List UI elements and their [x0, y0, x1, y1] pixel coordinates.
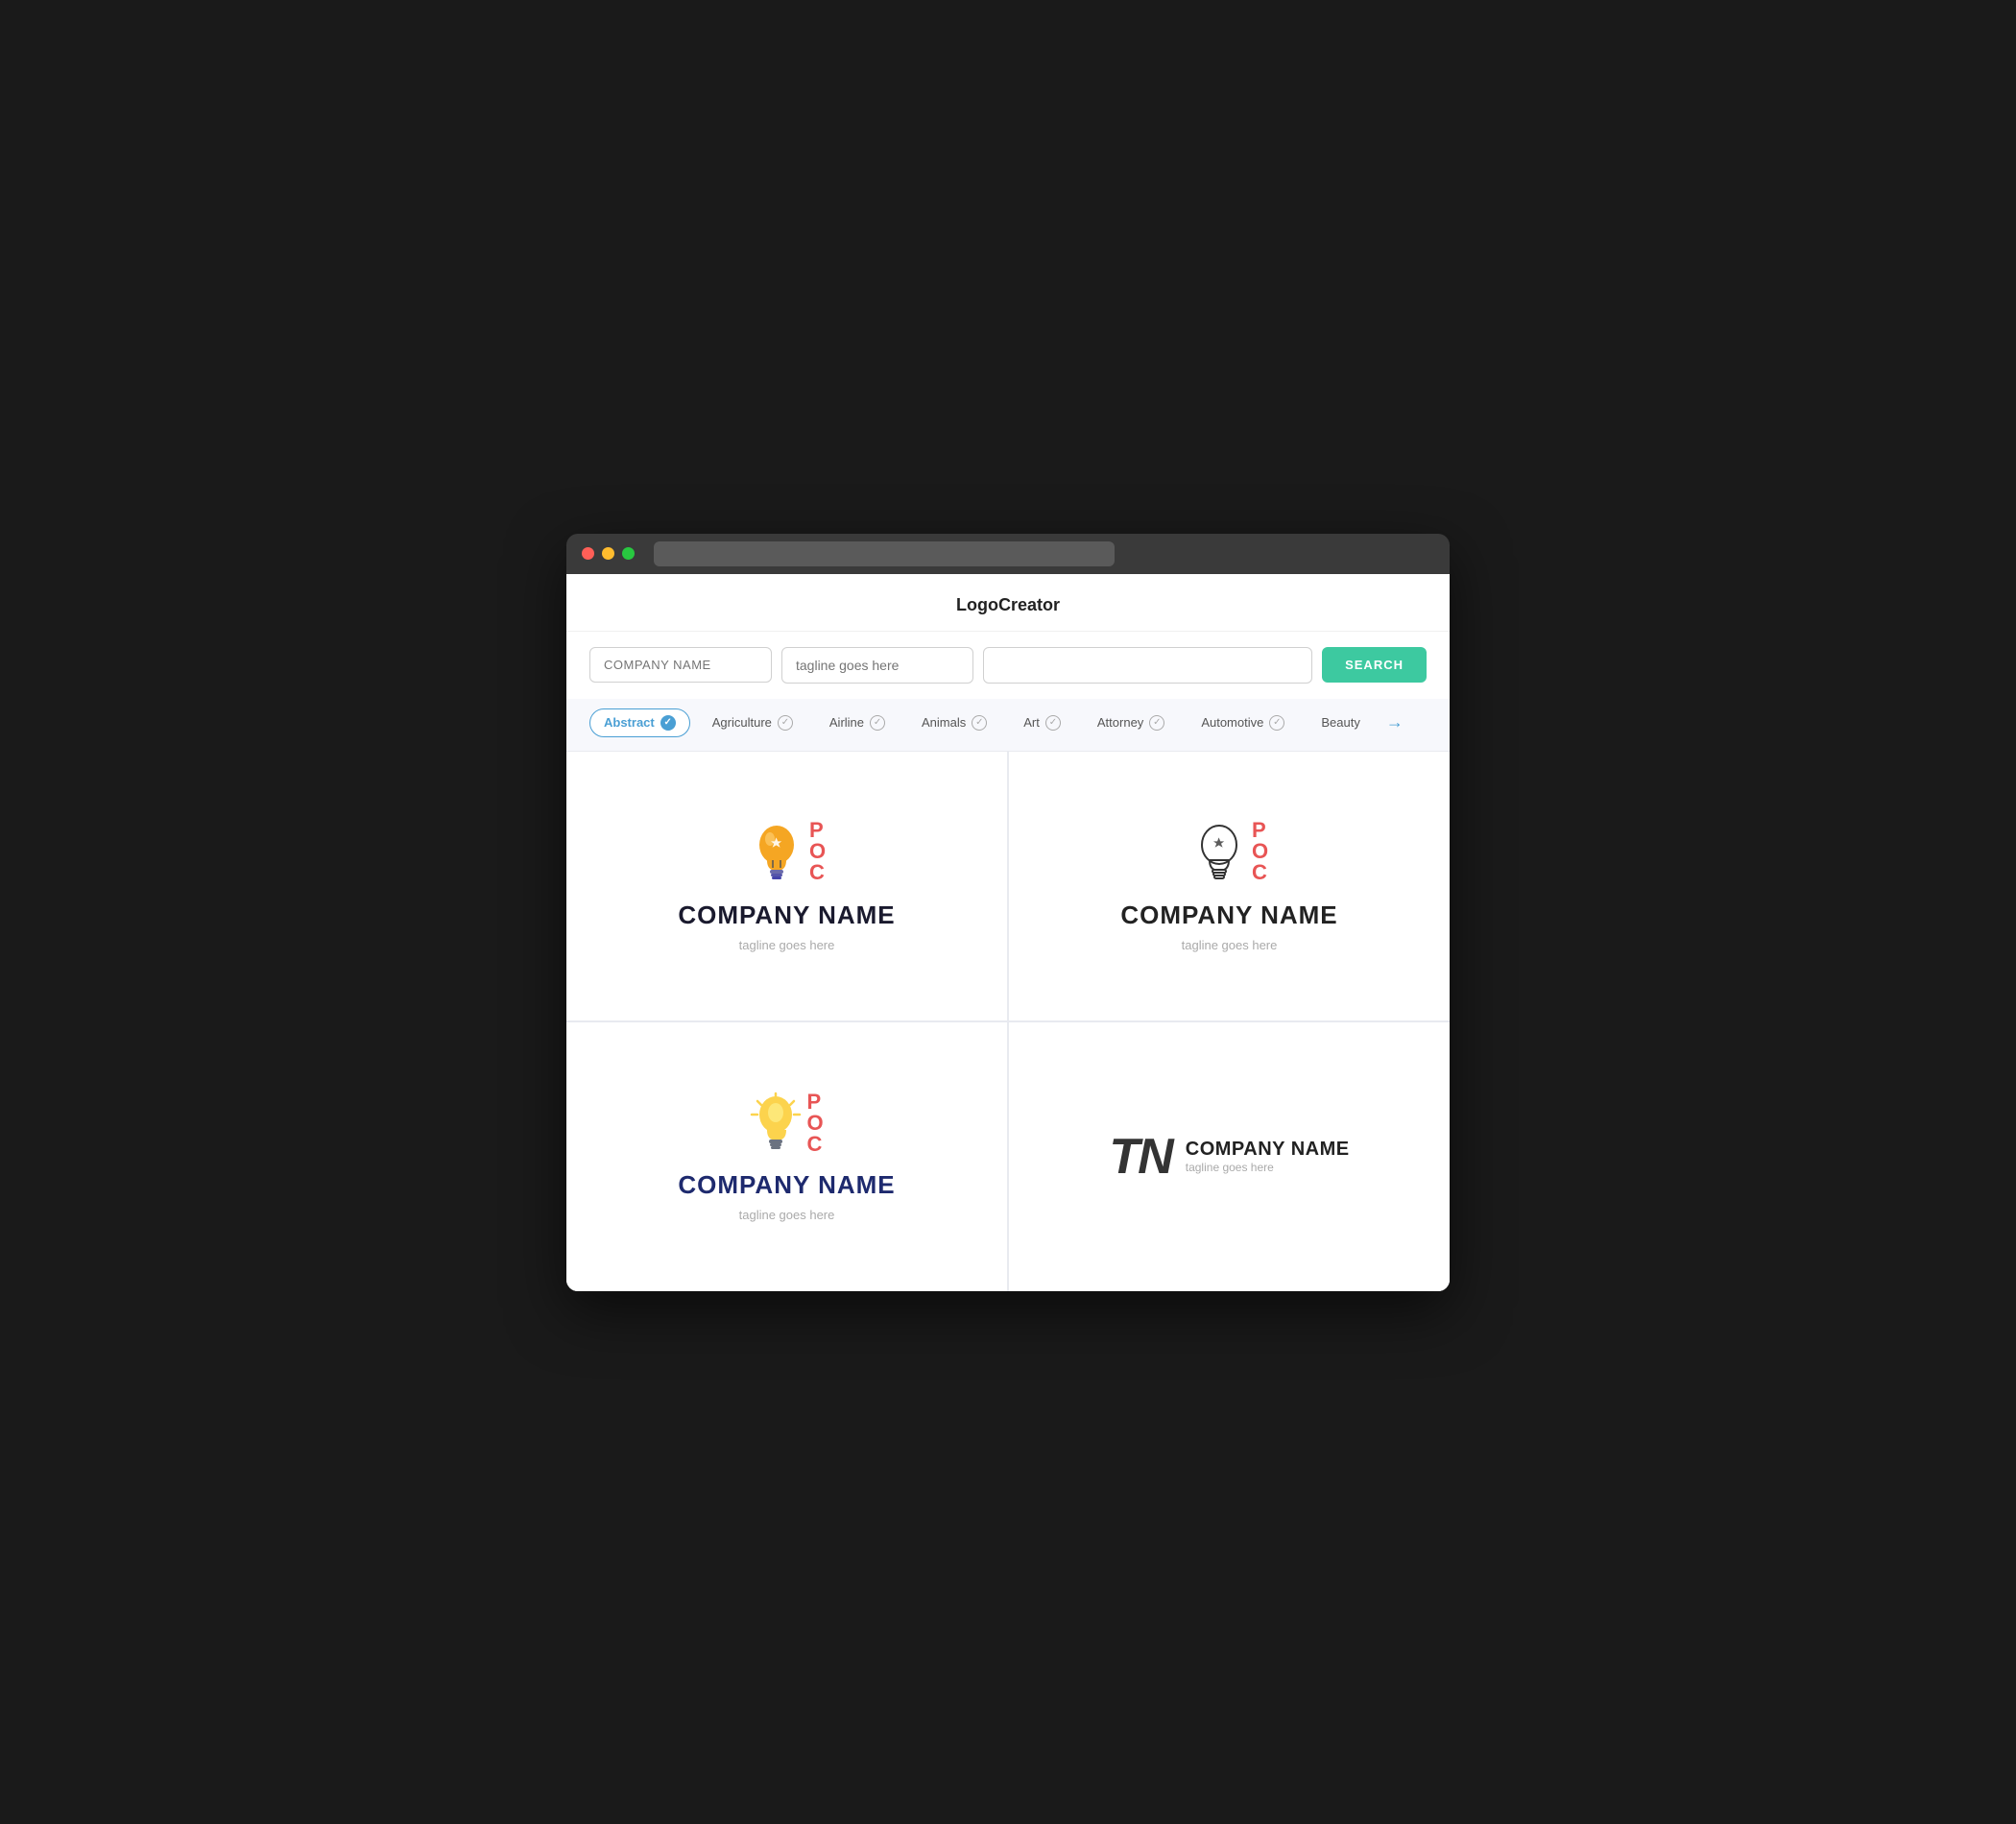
category-airline-label: Airline: [829, 715, 864, 730]
logo-card-3[interactable]: P O C COMPANY NAME tagline goes here: [566, 1022, 1007, 1291]
poc-o-3: O: [806, 1113, 823, 1134]
poc-p-3: P: [806, 1092, 823, 1113]
search-button[interactable]: SEARCH: [1322, 647, 1427, 683]
browser-titlebar: [566, 534, 1450, 574]
poc-p-1: P: [809, 820, 826, 841]
search-bar: SEARCH: [566, 632, 1450, 699]
check-icon-agriculture: ✓: [778, 715, 793, 731]
category-attorney[interactable]: Attorney ✓: [1083, 708, 1179, 737]
category-airline[interactable]: Airline ✓: [815, 708, 900, 737]
logo-3-company-name: COMPANY NAME: [678, 1170, 895, 1200]
logo-1-company-name: COMPANY NAME: [678, 900, 895, 930]
logo-2-tagline: tagline goes here: [1182, 938, 1278, 952]
category-bar: Abstract ✓ Agriculture ✓ Airline ✓ Anima…: [566, 699, 1450, 752]
category-animals-label: Animals: [922, 715, 966, 730]
category-art[interactable]: Art ✓: [1009, 708, 1075, 737]
tn-monogram-letters: TN: [1109, 1132, 1171, 1182]
category-beauty[interactable]: Beauty: [1307, 708, 1374, 736]
logo-card-4-inner: TN COMPANY NAME tagline goes here: [1109, 1132, 1349, 1182]
colored-bulb-icon: [748, 820, 805, 889]
poc-o-2: O: [1252, 841, 1268, 862]
tn-logo: TN COMPANY NAME tagline goes here: [1109, 1132, 1349, 1182]
tagline-input[interactable]: [781, 647, 973, 684]
logo-4-company-name: COMPANY NAME: [1186, 1139, 1350, 1161]
logo-2-poc-letters: P O C: [1252, 820, 1268, 883]
category-automotive[interactable]: Automotive ✓: [1187, 708, 1299, 737]
check-icon-art: ✓: [1045, 715, 1061, 731]
poc-c-2: C: [1252, 862, 1268, 883]
maximize-button-icon[interactable]: [622, 547, 635, 560]
logo-1-tagline: tagline goes here: [739, 938, 835, 952]
logo-card-2[interactable]: P O C COMPANY NAME tagline goes here: [1009, 752, 1450, 1020]
category-abstract[interactable]: Abstract ✓: [589, 708, 690, 737]
logo-card-1[interactable]: P O C COMPANY NAME tagline goes here: [566, 752, 1007, 1020]
category-abstract-label: Abstract: [604, 715, 655, 730]
poc-c-3: C: [806, 1134, 823, 1155]
close-button-icon[interactable]: [582, 547, 594, 560]
category-attorney-label: Attorney: [1097, 715, 1143, 730]
logo-card-1-inner: P O C COMPANY NAME tagline goes here: [678, 820, 895, 952]
app-header: LogoCreator: [566, 574, 1450, 632]
check-icon-abstract: ✓: [660, 715, 676, 731]
logo-1-icon-area: P O C: [748, 820, 826, 889]
logo-4-tagline: tagline goes here: [1186, 1161, 1350, 1174]
logo-2-icon-area: P O C: [1190, 820, 1268, 889]
minimize-button-icon[interactable]: [602, 547, 614, 560]
app-container: LogoCreator SEARCH Abstract ✓ Agricultur…: [566, 574, 1450, 1291]
category-animals[interactable]: Animals ✓: [907, 708, 1001, 737]
yellow-bulb-icon: [750, 1092, 803, 1159]
categories-next-button[interactable]: →: [1382, 712, 1407, 732]
poc-o-1: O: [809, 841, 826, 862]
address-bar[interactable]: [654, 541, 1115, 566]
category-art-label: Art: [1023, 715, 1040, 730]
check-icon-automotive: ✓: [1269, 715, 1284, 731]
category-agriculture[interactable]: Agriculture ✓: [698, 708, 807, 737]
tn-text-block: COMPANY NAME tagline goes here: [1186, 1139, 1350, 1174]
app-title: LogoCreator: [956, 595, 1060, 614]
check-icon-airline: ✓: [870, 715, 885, 731]
check-icon-attorney: ✓: [1149, 715, 1164, 731]
category-beauty-label: Beauty: [1321, 715, 1359, 730]
logo-3-icon-area: P O C: [750, 1092, 823, 1159]
logo-grid: P O C COMPANY NAME tagline goes here: [566, 752, 1450, 1291]
logo-card-3-inner: P O C COMPANY NAME tagline goes here: [678, 1092, 895, 1222]
poc-p-2: P: [1252, 820, 1268, 841]
check-icon-animals: ✓: [972, 715, 987, 731]
logo-card-2-inner: P O C COMPANY NAME tagline goes here: [1120, 820, 1337, 952]
logo-card-4[interactable]: TN COMPANY NAME tagline goes here: [1009, 1022, 1450, 1291]
outline-bulb-icon: [1190, 820, 1248, 889]
logo-1-poc-letters: P O C: [809, 820, 826, 883]
company-name-input[interactable]: [589, 647, 772, 683]
logo-3-tagline: tagline goes here: [739, 1208, 835, 1222]
logo-2-company-name: COMPANY NAME: [1120, 900, 1337, 930]
category-automotive-label: Automotive: [1201, 715, 1263, 730]
browser-window: LogoCreator SEARCH Abstract ✓ Agricultur…: [566, 534, 1450, 1291]
logo-3-poc-letters: P O C: [806, 1092, 823, 1155]
poc-c-1: C: [809, 862, 826, 883]
extra-search-input[interactable]: [983, 647, 1312, 684]
category-agriculture-label: Agriculture: [712, 715, 772, 730]
